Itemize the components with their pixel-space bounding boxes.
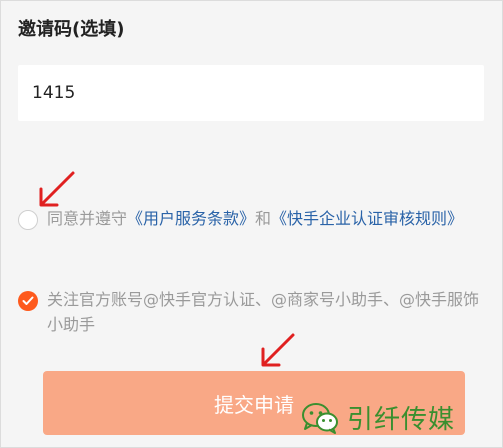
follow-accounts-text: 关注官方账号@快手官方认证、@商家号小助手、@快手服饰小助手 (47, 290, 480, 334)
invite-code-input[interactable] (18, 65, 484, 121)
agreement-text: 同意并遵守《用户服务条款》和《快手企业认证审核规则》 (47, 206, 463, 231)
agreement-conjunction: 和 (255, 209, 272, 228)
annotation-arrow-submit (261, 333, 295, 367)
user-service-terms-link[interactable]: 《用户服务条款》 (127, 209, 255, 228)
invite-code-label: 邀请码(选填) (18, 19, 125, 40)
wechat-icon (302, 402, 338, 434)
watermark-text: 引纤传媒 (347, 405, 456, 435)
enterprise-audit-rules-link[interactable]: 《快手企业认证审核规则》 (271, 209, 463, 228)
follow-accounts-row: 关注官方账号@快手官方认证、@商家号小助手、@快手服饰小助手 (18, 287, 488, 337)
agreement-row: 同意并遵守《用户服务条款》和《快手企业认证审核规则》 (18, 206, 488, 231)
annotation-arrow-agree (39, 171, 75, 207)
invite-form-panel: 邀请码(选填) 同意并遵守《用户服务条款》和《快手企业认证审核规则》 关注官方账… (0, 0, 503, 448)
agreement-prefix: 同意并遵守 (47, 209, 128, 228)
follow-accounts-checkbox[interactable] (18, 291, 38, 311)
agreement-checkbox[interactable] (18, 210, 38, 230)
watermark: 引纤传媒 (301, 399, 455, 436)
check-icon (22, 296, 34, 305)
